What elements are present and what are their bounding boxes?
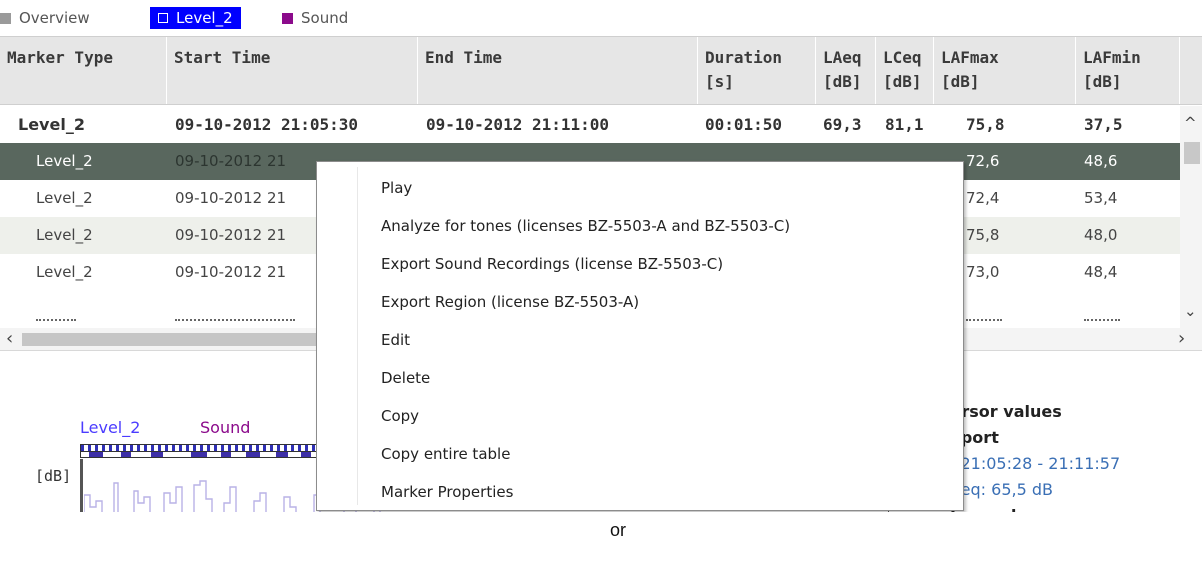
column-header-laeq[interactable]: LAeq [dB] [816, 37, 876, 104]
cut-off-text [1084, 319, 1120, 321]
sound-track-label: Sound [200, 418, 251, 437]
scroll-up-icon[interactable]: ^ [1184, 114, 1197, 132]
header-label: Start Time [174, 48, 271, 67]
cell-marker-type: Level_2 [36, 263, 93, 281]
db-axis-label: [dB] [35, 467, 72, 485]
cell-lafmax: 72,6 [966, 152, 1000, 170]
cell-lafmax: 75,8 [966, 226, 1000, 244]
cell-start-time: 09-10-2012 21 [175, 263, 287, 281]
sound-marker-track[interactable] [80, 452, 320, 458]
level-swatch-icon [158, 13, 168, 23]
column-header-lafmax[interactable]: LAFmax [dB] [934, 37, 1076, 104]
laeq-value: Aeq: 65,5 dB [950, 480, 1053, 499]
menu-item-export-region[interactable]: Export Region (license BZ-5503-A) [381, 283, 639, 321]
vertical-scroll-thumb[interactable] [1184, 142, 1200, 164]
report-title: eport [950, 428, 999, 447]
time-range-value: : 21:05:28 - 21:11:57 [950, 454, 1121, 473]
header-label: LAFmin [1083, 48, 1141, 67]
cursor-values-title: ursor values [950, 402, 1062, 421]
legend-bar: Overview Level_2 Sound [0, 0, 1202, 36]
sound-swatch-icon [282, 12, 293, 24]
legend-level-label: Level_2 [176, 9, 233, 27]
cell-start-time: 09-10-2012 21 [175, 189, 287, 207]
header-unit: [dB] [883, 72, 922, 91]
header-unit: [dB] [823, 72, 862, 91]
scroll-right-icon[interactable]: › [1178, 328, 1185, 350]
vertical-scrollbar[interactable]: ^ ⌄ [1180, 106, 1202, 328]
cell-lafmin: 37,5 [1084, 115, 1123, 134]
level-track-label: Level_2 [80, 418, 141, 437]
table-row[interactable]: Level_2 09-10-2012 21:05:30 09-10-2012 2… [0, 106, 1180, 143]
menu-item-copy-entire-table[interactable]: Copy entire table [381, 435, 510, 473]
menu-item-marker-properties[interactable]: Marker Properties [381, 473, 513, 511]
context-menu: Play Analyze for tones (licenses BZ-5503… [316, 161, 964, 511]
menu-item-edit[interactable]: Edit [381, 321, 410, 359]
cell-start-time: 09-10-2012 21:05:30 [175, 115, 359, 134]
menu-item-play[interactable]: Play [381, 169, 412, 207]
cut-off-text [36, 319, 76, 321]
cut-off-text [175, 319, 295, 321]
column-header-lceq[interactable]: LCeq [dB] [876, 37, 934, 104]
cell-start-time: 09-10-2012 21 [175, 226, 287, 244]
cell-duration: 00:01:50 [705, 115, 783, 134]
horizontal-scroll-thumb[interactable] [22, 333, 352, 346]
overview-swatch-icon [0, 12, 11, 24]
scroll-left-icon[interactable]: ‹ [6, 328, 13, 350]
cut-off-text [966, 319, 1002, 321]
cell-lafmin: 48,4 [1084, 263, 1118, 281]
column-header-duration[interactable]: Duration [s] [698, 37, 816, 104]
cell-marker-type: Level_2 [18, 115, 85, 134]
legend-overview[interactable]: Overview [0, 7, 90, 29]
legend-level[interactable]: Level_2 [150, 7, 241, 29]
header-label: End Time [425, 48, 503, 67]
cursor-line[interactable] [80, 459, 83, 512]
menu-gutter [357, 167, 358, 505]
header-unit: [s] [705, 72, 734, 91]
table-header: Marker Type Start Time End Time Duration… [0, 36, 1202, 105]
menu-item-copy[interactable]: Copy [381, 397, 419, 435]
header-label: LCeq [883, 48, 922, 67]
cell-lafmin: 48,6 [1084, 152, 1118, 170]
cursor-values-panel: ursor values eport : 21:05:28 - 21:11:57… [950, 399, 1202, 512]
legend-sound-label: Sound [301, 9, 349, 27]
menu-item-analyze-tones[interactable]: Analyze for tones (licenses BZ-5503-A an… [381, 207, 790, 245]
legend-overview-label: Overview [19, 9, 90, 27]
column-header-end-time[interactable]: End Time [418, 37, 698, 104]
cell-lceq: 81,1 [885, 115, 924, 134]
header-label: Marker Type [7, 48, 113, 67]
logged-label: Logged [950, 503, 1202, 512]
menu-item-export-sound[interactable]: Export Sound Recordings (license BZ-5503… [381, 245, 723, 283]
caption-text: or [610, 520, 627, 540]
header-label: Duration [705, 48, 783, 67]
legend-sound[interactable]: Sound [282, 7, 348, 29]
column-header-marker-type[interactable]: Marker Type [0, 37, 167, 104]
menu-item-delete[interactable]: Delete [381, 359, 430, 397]
cell-marker-type: Level_2 [36, 226, 93, 244]
header-unit: [dB] [1083, 72, 1122, 91]
cell-lafmax: 72,4 [966, 189, 1000, 207]
cell-lafmax: 75,8 [966, 115, 1005, 134]
cell-marker-type: Level_2 [36, 189, 93, 207]
cell-marker-type: Level_2 [36, 152, 93, 170]
header-label: LAFmax [941, 48, 999, 67]
cell-lafmin: 53,4 [1084, 189, 1118, 207]
level-marker-track[interactable] [80, 444, 320, 452]
cell-start-time: 09-10-2012 21 [175, 152, 287, 170]
cell-laeq: 69,3 [823, 115, 862, 134]
header-unit: [dB] [941, 72, 980, 91]
column-header-start-time[interactable]: Start Time [167, 37, 418, 104]
cell-lafmin: 48,0 [1084, 226, 1118, 244]
scroll-down-icon[interactable]: ⌄ [1184, 302, 1197, 320]
column-header-lafmin[interactable]: LAFmin [dB] [1076, 37, 1180, 104]
header-label: LAeq [823, 48, 862, 67]
cell-end-time: 09-10-2012 21:11:00 [426, 115, 610, 134]
app-screen: Overview Level_2 Sound Marker Type Start… [0, 0, 1202, 512]
cell-lafmax: 73,0 [966, 263, 1000, 281]
